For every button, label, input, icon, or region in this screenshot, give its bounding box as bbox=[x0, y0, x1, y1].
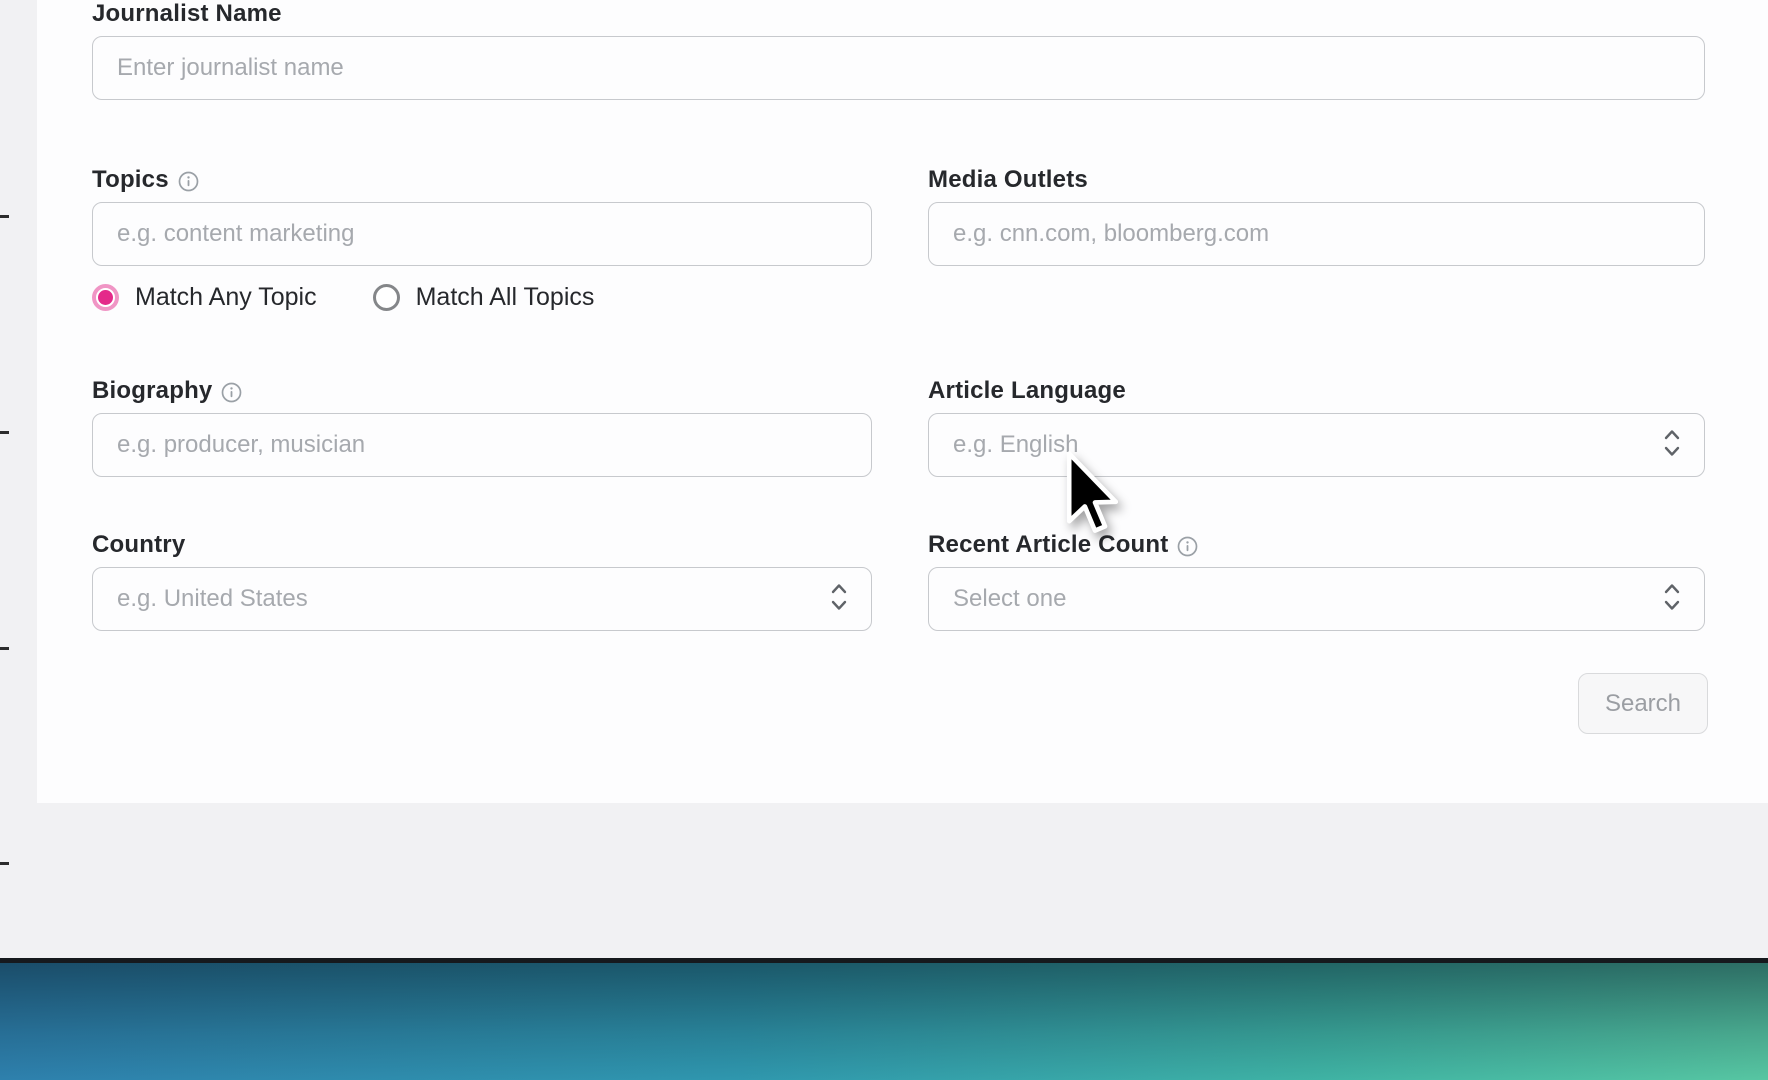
search-button[interactable]: Search bbox=[1578, 673, 1708, 734]
recent-article-count-label-text: Recent Article Count bbox=[928, 531, 1168, 559]
journalist-search-form-card: Journalist Name Topics bbox=[37, 0, 1768, 803]
journalist-name-label-text: Journalist Name bbox=[92, 0, 282, 28]
page: Journalist Name Topics bbox=[0, 0, 1768, 1080]
left-edge-tick bbox=[0, 647, 9, 650]
info-icon[interactable] bbox=[1177, 536, 1198, 557]
left-edge-tick bbox=[0, 431, 9, 434]
recent-article-count-label: Recent Article Count bbox=[928, 531, 1705, 559]
topics-label-text: Topics bbox=[92, 166, 169, 194]
article-language-field: Article Language e.g. English bbox=[928, 377, 1705, 477]
country-label: Country bbox=[92, 531, 872, 559]
topics-field: Topics bbox=[92, 166, 872, 266]
article-language-select[interactable]: e.g. English bbox=[928, 413, 1705, 477]
match-any-topic-radio[interactable]: Match Any Topic bbox=[92, 283, 317, 312]
country-label-text: Country bbox=[92, 531, 185, 559]
country-field: Country e.g. United States bbox=[92, 531, 872, 631]
topics-label: Topics bbox=[92, 166, 872, 194]
article-language-placeholder: e.g. English bbox=[953, 431, 1078, 459]
biography-input[interactable] bbox=[92, 413, 872, 477]
article-language-label-text: Article Language bbox=[928, 377, 1126, 405]
biography-label: Biography bbox=[92, 377, 872, 405]
match-all-topics-radio[interactable]: Match All Topics bbox=[373, 283, 595, 312]
match-any-topic-label: Match Any Topic bbox=[135, 283, 317, 312]
recent-article-count-placeholder: Select one bbox=[953, 585, 1066, 613]
media-outlets-field: Media Outlets bbox=[928, 166, 1705, 266]
info-icon[interactable] bbox=[221, 382, 242, 403]
article-language-label: Article Language bbox=[928, 377, 1705, 405]
left-edge-tick bbox=[0, 862, 9, 865]
radio-selected-icon bbox=[92, 284, 119, 311]
radio-unselected-icon bbox=[373, 284, 400, 311]
chevron-up-down-icon bbox=[829, 582, 849, 617]
desktop-wallpaper bbox=[0, 963, 1768, 1080]
left-edge-tick bbox=[0, 215, 9, 218]
biography-label-text: Biography bbox=[92, 377, 212, 405]
recent-article-count-select[interactable]: Select one bbox=[928, 567, 1705, 631]
chevron-up-down-icon bbox=[1662, 582, 1682, 617]
info-icon[interactable] bbox=[178, 171, 199, 192]
topics-input[interactable] bbox=[92, 202, 872, 266]
recent-article-count-field: Recent Article Count Select one bbox=[928, 531, 1705, 631]
journalist-name-input[interactable] bbox=[92, 36, 1705, 100]
media-outlets-label: Media Outlets bbox=[928, 166, 1705, 194]
chevron-up-down-icon bbox=[1662, 428, 1682, 463]
country-select[interactable]: e.g. United States bbox=[92, 567, 872, 631]
country-placeholder: e.g. United States bbox=[117, 585, 308, 613]
media-outlets-input[interactable] bbox=[928, 202, 1705, 266]
journalist-name-label: Journalist Name bbox=[92, 0, 1705, 28]
media-outlets-label-text: Media Outlets bbox=[928, 166, 1088, 194]
match-all-topics-label: Match All Topics bbox=[416, 283, 595, 312]
biography-field: Biography bbox=[92, 377, 872, 477]
